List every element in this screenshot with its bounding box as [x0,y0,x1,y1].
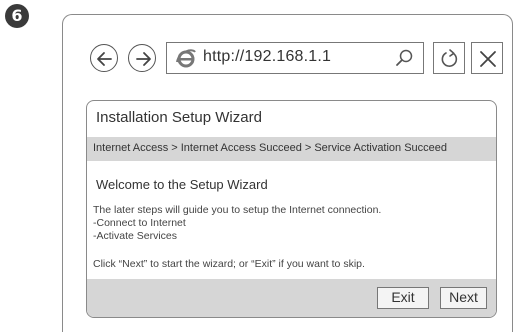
arrow-right-icon [136,52,151,66]
url-text[interactable]: http://192.168.1.1 [203,48,331,66]
next-button[interactable]: Next [440,287,487,309]
exit-button[interactable]: Exit [377,287,429,309]
close-icon [480,51,496,67]
ie-icon [175,47,197,74]
search-icon[interactable] [395,48,415,73]
refresh-button[interactable] [433,42,465,74]
step-connect-internet: -Connect to Internet [93,217,186,229]
intro-text: The later steps will guide you to setup … [93,204,382,216]
forward-button[interactable] [128,44,156,72]
wizard-title: Installation Setup Wizard [96,109,262,126]
back-button[interactable] [90,44,118,72]
refresh-icon [441,49,458,67]
instruction-text: Click “Next” to start the wizard; or “Ex… [93,258,365,270]
wizard-footer: Exit Next [87,279,496,317]
step-activate-services: -Activate Services [93,230,178,242]
arrow-left-icon [97,52,112,66]
step-number-badge: 6 [5,4,29,28]
address-bar[interactable]: http://192.168.1.1 [166,42,424,74]
close-button[interactable] [471,42,503,74]
breadcrumb: Internet Access > Internet Access Succee… [87,137,496,161]
setup-wizard-panel: Installation Setup Wizard Internet Acces… [86,100,497,318]
welcome-heading: Welcome to the Setup Wizard [96,177,268,192]
breadcrumb-text: Internet Access > Internet Access Succee… [93,142,448,154]
